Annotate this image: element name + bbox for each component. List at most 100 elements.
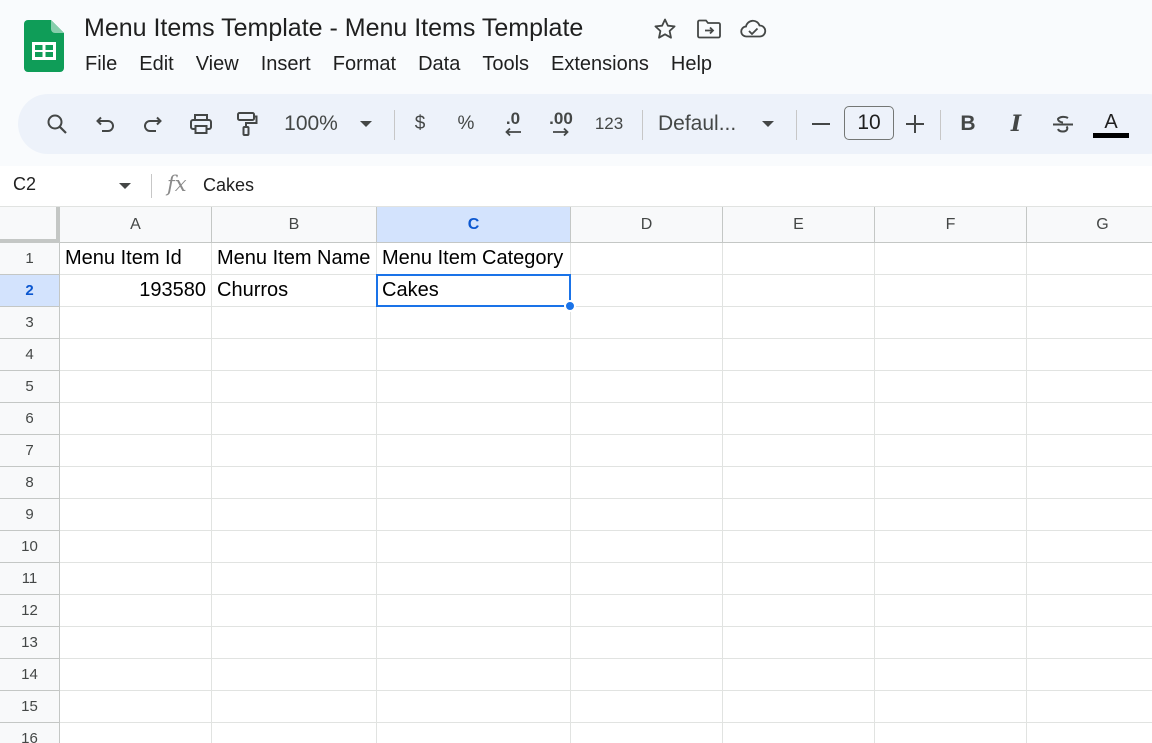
cell-e10[interactable] <box>723 531 875 563</box>
cell-c5[interactable] <box>377 371 571 403</box>
cell-g7[interactable] <box>1027 435 1152 467</box>
font-caret-icon[interactable] <box>756 104 780 144</box>
cell-d7[interactable] <box>571 435 723 467</box>
cell-f10[interactable] <box>875 531 1027 563</box>
cell-c3[interactable] <box>377 307 571 339</box>
cell-g10[interactable] <box>1027 531 1152 563</box>
column-header-d[interactable]: D <box>571 207 723 243</box>
redo-icon[interactable] <box>138 104 168 144</box>
cell-f8[interactable] <box>875 467 1027 499</box>
zoom-select[interactable]: 100% <box>280 104 342 144</box>
bold-button[interactable]: B <box>954 104 982 144</box>
cell-e16[interactable] <box>723 723 875 743</box>
cell-b14[interactable] <box>212 659 377 691</box>
cell-f4[interactable] <box>875 339 1027 371</box>
zoom-caret-icon[interactable] <box>354 104 378 144</box>
move-folder-icon[interactable] <box>694 14 724 44</box>
search-icon[interactable] <box>42 104 72 144</box>
cell-f5[interactable] <box>875 371 1027 403</box>
cell-b15[interactable] <box>212 691 377 723</box>
more-formats-button[interactable]: 123 <box>592 104 626 144</box>
cell-f2[interactable] <box>875 275 1027 307</box>
percent-format-button[interactable]: % <box>454 104 478 144</box>
menu-data[interactable]: Data <box>407 49 471 79</box>
cell-a5[interactable] <box>60 371 212 403</box>
cell-e12[interactable] <box>723 595 875 627</box>
column-header-g[interactable]: G <box>1027 207 1152 243</box>
cell-c6[interactable] <box>377 403 571 435</box>
select-all-corner[interactable] <box>0 207 60 243</box>
cell-a15[interactable] <box>60 691 212 723</box>
cell-c10[interactable] <box>377 531 571 563</box>
cell-a7[interactable] <box>60 435 212 467</box>
cell-d1[interactable] <box>571 243 723 275</box>
cell-b8[interactable] <box>212 467 377 499</box>
menu-format[interactable]: Format <box>322 49 407 79</box>
column-header-f[interactable]: F <box>875 207 1027 243</box>
cell-g2[interactable] <box>1027 275 1152 307</box>
cell-g15[interactable] <box>1027 691 1152 723</box>
row-header-16[interactable]: 16 <box>0 723 60 743</box>
cell-d4[interactable] <box>571 339 723 371</box>
cell-g12[interactable] <box>1027 595 1152 627</box>
row-header-2[interactable]: 2 <box>0 275 60 307</box>
cell-d9[interactable] <box>571 499 723 531</box>
fill-handle[interactable] <box>564 300 576 312</box>
star-icon[interactable] <box>650 14 680 44</box>
menu-help[interactable]: Help <box>660 49 723 79</box>
text-color-button[interactable]: A <box>1092 104 1130 144</box>
cell-b6[interactable] <box>212 403 377 435</box>
cell-c1[interactable]: Menu Item Category <box>377 243 571 275</box>
cell-b4[interactable] <box>212 339 377 371</box>
cell-g3[interactable] <box>1027 307 1152 339</box>
cell-a9[interactable] <box>60 499 212 531</box>
cell-c13[interactable] <box>377 627 571 659</box>
cloud-saved-icon[interactable] <box>738 14 768 44</box>
cell-e1[interactable] <box>723 243 875 275</box>
cell-g13[interactable] <box>1027 627 1152 659</box>
cell-f12[interactable] <box>875 595 1027 627</box>
cell-b12[interactable] <box>212 595 377 627</box>
print-icon[interactable] <box>186 104 216 144</box>
cell-g16[interactable] <box>1027 723 1152 743</box>
cell-d15[interactable] <box>571 691 723 723</box>
cell-a4[interactable] <box>60 339 212 371</box>
cell-d6[interactable] <box>571 403 723 435</box>
menu-file[interactable]: File <box>74 49 128 79</box>
row-header-1[interactable]: 1 <box>0 243 60 275</box>
cell-c2[interactable]: Cakes <box>377 275 571 307</box>
cell-f3[interactable] <box>875 307 1027 339</box>
cell-c8[interactable] <box>377 467 571 499</box>
row-header-8[interactable]: 8 <box>0 467 60 499</box>
cell-d3[interactable] <box>571 307 723 339</box>
increase-font-size-icon[interactable] <box>902 104 928 144</box>
cell-d5[interactable] <box>571 371 723 403</box>
cell-c12[interactable] <box>377 595 571 627</box>
cell-c7[interactable] <box>377 435 571 467</box>
cell-e6[interactable] <box>723 403 875 435</box>
cell-e13[interactable] <box>723 627 875 659</box>
font-select[interactable]: Defaul... <box>658 104 746 144</box>
cell-d13[interactable] <box>571 627 723 659</box>
cell-b9[interactable] <box>212 499 377 531</box>
cell-g4[interactable] <box>1027 339 1152 371</box>
decrease-decimal-button[interactable]: .0 <box>498 104 528 144</box>
cell-e2[interactable] <box>723 275 875 307</box>
cell-f7[interactable] <box>875 435 1027 467</box>
cell-d11[interactable] <box>571 563 723 595</box>
cell-d16[interactable] <box>571 723 723 743</box>
cell-f9[interactable] <box>875 499 1027 531</box>
cell-b5[interactable] <box>212 371 377 403</box>
row-header-11[interactable]: 11 <box>0 563 60 595</box>
cell-b13[interactable] <box>212 627 377 659</box>
row-header-12[interactable]: 12 <box>0 595 60 627</box>
column-header-e[interactable]: E <box>723 207 875 243</box>
cell-c9[interactable] <box>377 499 571 531</box>
cell-a10[interactable] <box>60 531 212 563</box>
cell-e4[interactable] <box>723 339 875 371</box>
row-header-15[interactable]: 15 <box>0 691 60 723</box>
cell-a11[interactable] <box>60 563 212 595</box>
cell-a12[interactable] <box>60 595 212 627</box>
cell-d8[interactable] <box>571 467 723 499</box>
cell-e15[interactable] <box>723 691 875 723</box>
